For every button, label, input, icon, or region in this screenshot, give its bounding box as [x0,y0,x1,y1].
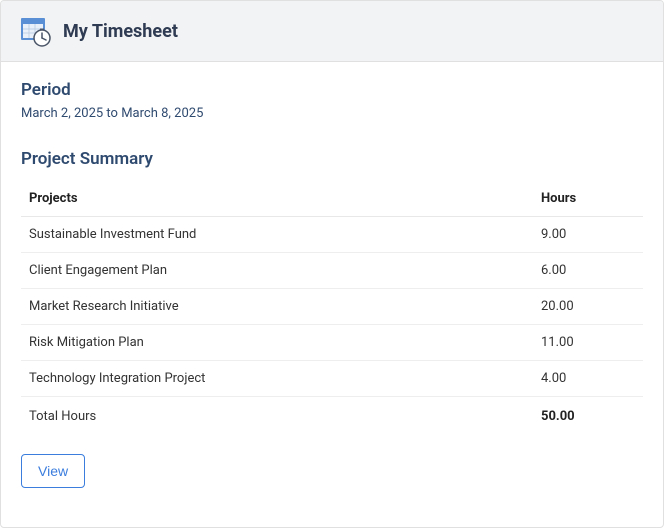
project-hours: 4.00 [533,361,643,397]
table-row: Sustainable Investment Fund9.00 [21,217,643,253]
total-hours: 50.00 [533,397,643,437]
period-label: Period [21,80,643,100]
period-value: March 2, 2025 to March 8, 2025 [21,106,643,121]
view-button[interactable]: View [21,454,85,488]
project-name: Technology Integration Project [21,361,533,397]
total-row: Total Hours 50.00 [21,397,643,437]
card-header: My Timesheet [1,1,663,62]
table-header-row: Projects Hours [21,181,643,217]
card-body: Period March 2, 2025 to March 8, 2025 Pr… [1,62,663,527]
table-row: Risk Mitigation Plan11.00 [21,325,643,361]
project-hours: 9.00 [533,217,643,253]
total-label: Total Hours [21,397,533,437]
project-name: Sustainable Investment Fund [21,217,533,253]
project-name: Risk Mitigation Plan [21,325,533,361]
table-row: Market Research Initiative20.00 [21,289,643,325]
card-title: My Timesheet [63,21,178,42]
project-hours: 20.00 [533,289,643,325]
table-row: Client Engagement Plan6.00 [21,253,643,289]
timesheet-icon [19,15,51,47]
column-header-projects: Projects [21,181,533,217]
column-header-hours: Hours [533,181,643,217]
project-summary-table: Projects Hours Sustainable Investment Fu… [21,181,643,436]
table-row: Technology Integration Project4.00 [21,361,643,397]
project-hours: 11.00 [533,325,643,361]
project-name: Client Engagement Plan [21,253,533,289]
project-hours: 6.00 [533,253,643,289]
timesheet-card: My Timesheet Period March 2, 2025 to Mar… [0,0,664,528]
project-name: Market Research Initiative [21,289,533,325]
project-summary-title: Project Summary [21,149,643,169]
